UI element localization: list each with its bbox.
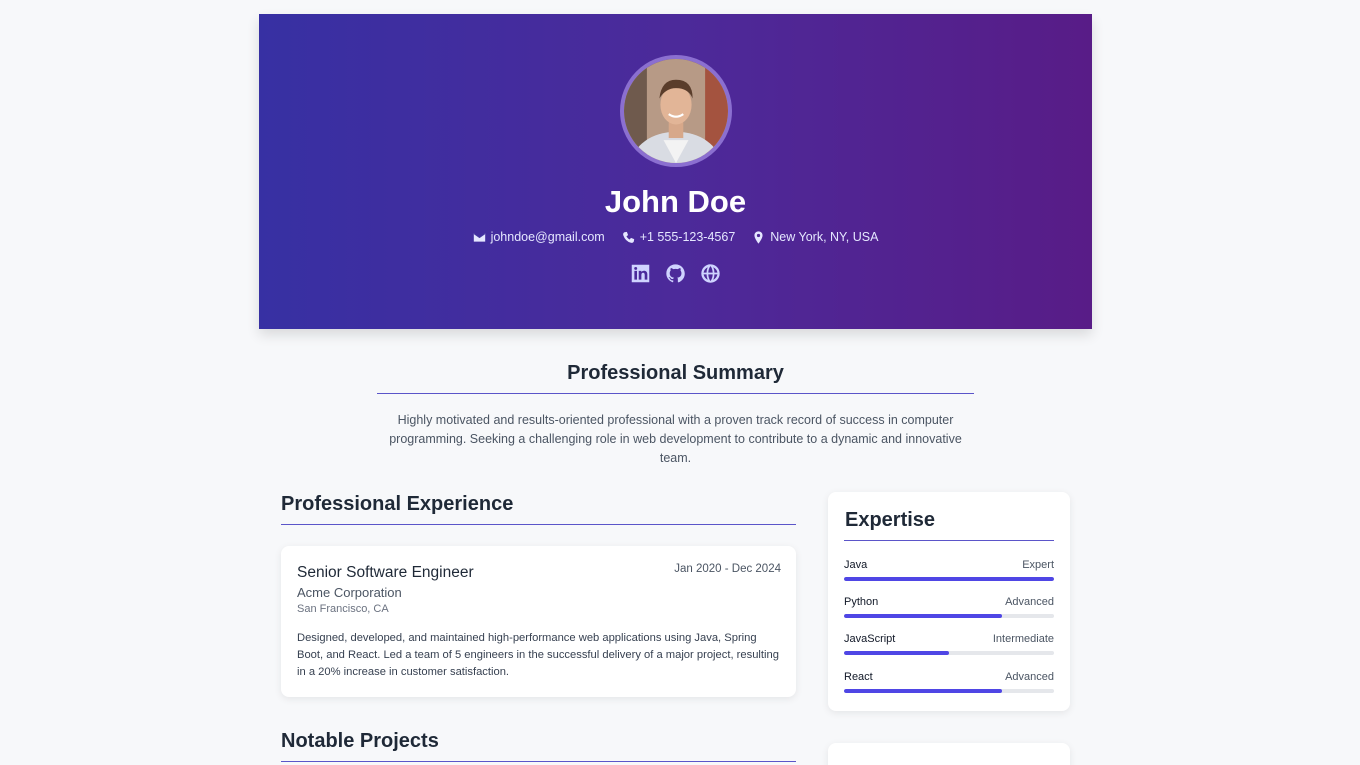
summary-divider [377,393,974,394]
globe-icon[interactable] [700,263,721,284]
skill-item: JavaScript Intermediate [844,633,1054,655]
phone-contact[interactable]: +1 555-123-4567 [622,230,736,244]
job-dates: Jan 2020 - Dec 2024 [674,563,781,575]
skill-item: Java Expert [844,559,1054,581]
skill-level: Intermediate [992,633,1054,645]
skill-bar [844,614,1054,618]
job-title: Senior Software Engineer [297,564,474,581]
expertise-card: Expertise Java Expert Python Advanced Ja… [828,492,1070,711]
skill-bar-fill [844,577,1054,581]
profile-photo [624,59,728,163]
avatar [620,55,732,167]
skill-level: Advanced [1005,671,1054,683]
summary-text: Highly motivated and results-oriented pr… [389,413,962,465]
social-links [259,263,1092,284]
job-location: San Francisco, CA [297,603,389,615]
phone-text: +1 555-123-4567 [639,230,736,244]
skill-name: React [844,671,873,683]
job-card: Senior Software Engineer Jan 2020 - Dec … [281,546,796,697]
skill-level: Advanced [1005,596,1054,608]
job-description: Designed, developed, and maintained high… [297,632,779,678]
expertise-heading: Expertise [845,509,936,531]
experience-divider [281,524,796,525]
skill-name: Java [844,559,868,571]
envelope-icon [473,232,485,242]
location-contact: New York, NY, USA [752,230,878,244]
skill-bar-fill [844,614,1002,618]
projects-divider [281,761,796,762]
experience-heading: Professional Experience [281,493,514,515]
skill-bar-fill [844,689,1002,693]
phone-icon [622,231,634,243]
skill-item: React Advanced [844,671,1054,693]
projects-heading: Notable Projects [281,730,439,752]
skill-name: JavaScript [844,633,896,645]
skill-name: Python [844,596,879,608]
skill-item: Python Advanced [844,596,1054,618]
profile-name: John Doe [604,184,747,219]
job-company: Acme Corporation [297,585,402,600]
skill-bar [844,651,1054,655]
skill-level: Expert [1022,559,1054,571]
contact-info: johndoe@gmail.com +1 555-123-4567 New Yo… [259,230,1092,244]
location-text: New York, NY, USA [770,230,879,244]
email-text: johndoe@gmail.com [490,230,605,244]
sidebar-card [828,743,1070,765]
profile-header: John Doe johndoe@gmail.com +1 555-123-45… [259,14,1092,329]
skill-bar-fill [844,651,949,655]
summary-heading: Professional Summary [567,362,784,384]
skill-bar [844,689,1054,693]
linkedin-icon[interactable] [630,263,651,284]
email-contact[interactable]: johndoe@gmail.com [473,230,605,244]
github-icon[interactable] [665,263,686,284]
map-pin-icon [754,230,763,244]
skill-bar [844,577,1054,581]
expertise-divider [844,540,1054,541]
